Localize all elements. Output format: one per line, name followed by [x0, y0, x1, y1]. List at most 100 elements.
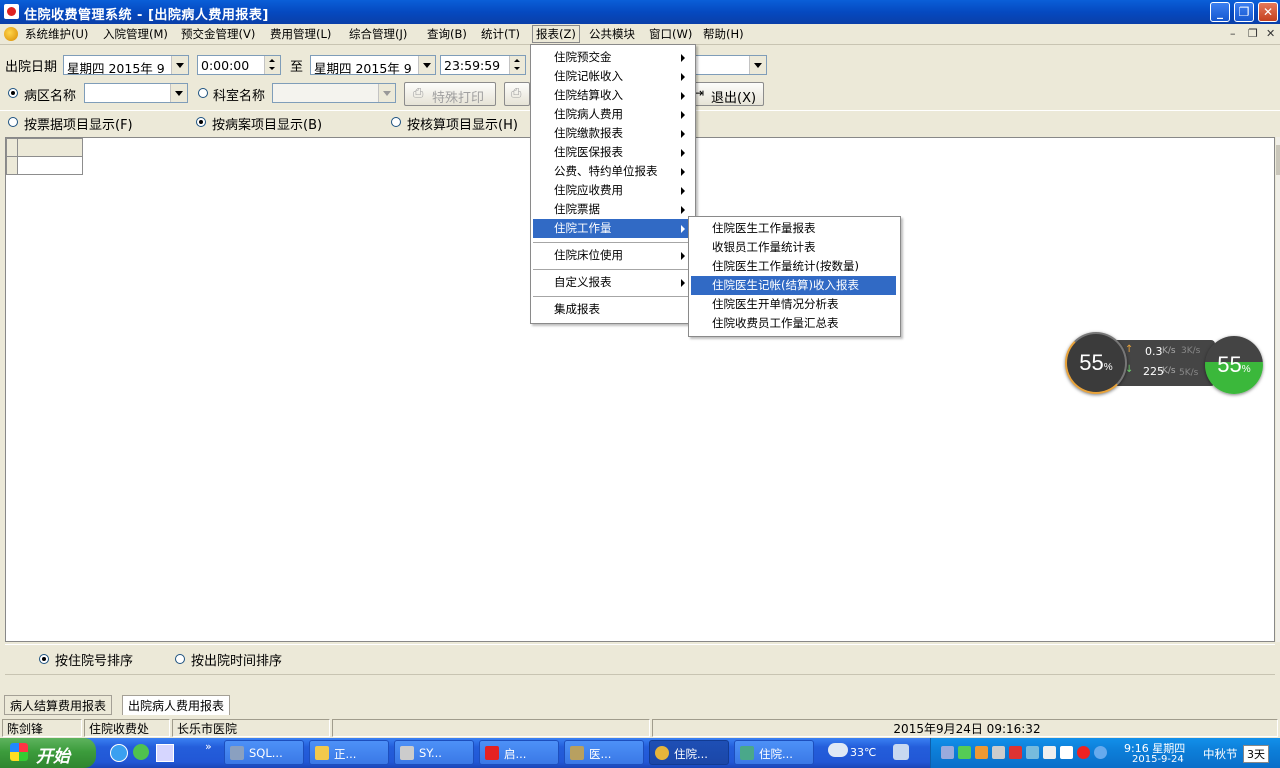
mdi-close-button[interactable]: ✕: [1266, 27, 1275, 40]
by-accounting-radio[interactable]: [391, 117, 401, 127]
shield-icon[interactable]: [1043, 746, 1056, 759]
start-button[interactable]: 开始: [0, 738, 96, 768]
taskbar-item-inpatient[interactable]: 住院...: [734, 740, 814, 765]
taskbar-item-inpatient-active[interactable]: 住院...: [649, 740, 729, 765]
clock-date[interactable]: 2015-9-24: [1132, 754, 1184, 765]
from-date-picker[interactable]: 星期四 2015年 9: [63, 55, 189, 76]
sort-inpatient-no-radio[interactable]: [39, 654, 49, 664]
holiday-countdown[interactable]: 3天: [1243, 745, 1269, 763]
taskbar-item-folder[interactable]: 正...: [309, 740, 389, 765]
menu-item-insurance-report[interactable]: 住院医保报表: [533, 143, 691, 162]
chevron-down-icon[interactable]: [418, 56, 435, 74]
submenu-cashier-workload[interactable]: 收银员工作量统计表: [691, 238, 896, 257]
app-quicklaunch-icon[interactable]: [156, 744, 174, 762]
menu-system-maintenance[interactable]: 系统维护(U): [22, 26, 91, 42]
scroll-thumb[interactable]: [1276, 145, 1280, 175]
tab-discharge-report[interactable]: 出院病人费用报表: [122, 695, 231, 715]
special-print-button[interactable]: ⎙ 特殊打印: [404, 82, 496, 106]
sort-discharge-time-radio[interactable]: [175, 654, 185, 664]
grid-header-cell[interactable]: [17, 138, 83, 157]
taskbar-item-medical[interactable]: 医...: [564, 740, 644, 765]
update-icon[interactable]: [975, 746, 988, 759]
by-invoice-radio[interactable]: [8, 117, 18, 127]
submenu-cashier-summary[interactable]: 住院收费员工作量汇总表: [691, 314, 896, 333]
menu-help[interactable]: 帮助(H): [700, 26, 747, 42]
ward-radio[interactable]: [8, 88, 18, 98]
print-button[interactable]: ⎙: [504, 82, 530, 106]
menu-item-custom-report[interactable]: 自定义报表: [533, 273, 691, 292]
chevron-down-icon[interactable]: [378, 84, 395, 102]
exit-button[interactable]: ⇥ 退出(X): [690, 82, 764, 106]
minimize-button[interactable]: _: [1210, 2, 1230, 22]
menu-deposit[interactable]: 预交金管理(V): [178, 26, 258, 42]
menu-item-payment-report[interactable]: 住院缴款报表: [533, 124, 691, 143]
cpu-gauge-right[interactable]: 55%: [1205, 336, 1263, 394]
weather-cloud-icon[interactable]: [828, 743, 848, 757]
from-time-field[interactable]: 0:00:00: [197, 55, 281, 75]
extra-combo[interactable]: [690, 55, 767, 75]
bottle-icon[interactable]: [893, 744, 909, 760]
mdi-minimize-button[interactable]: –: [1230, 27, 1236, 40]
sort-discharge-time-label: 按出院时间排序: [191, 654, 283, 669]
menu-item-workload[interactable]: 住院工作量: [533, 219, 691, 238]
menu-reports[interactable]: 报表(Z): [532, 25, 580, 43]
submenu-doctor-order-analysis[interactable]: 住院医生开单情况分析表: [691, 295, 896, 314]
menu-item-patient-fees[interactable]: 住院病人费用: [533, 105, 691, 124]
security-icon[interactable]: [958, 746, 971, 759]
holiday-label[interactable]: 中秋节: [1203, 746, 1238, 762]
submenu-doctor-workload[interactable]: 住院医生工作量报表: [691, 219, 896, 238]
to-time-field[interactable]: 23:59:59: [440, 55, 526, 75]
menu-item-charge-income[interactable]: 住院记帐收入: [533, 67, 691, 86]
taskbar-item-start-app[interactable]: 启...: [479, 740, 559, 765]
menu-item-settlement-income[interactable]: 住院结算收入: [533, 86, 691, 105]
menu-item-bed-usage[interactable]: 住院床位使用: [533, 246, 691, 265]
app-icon[interactable]: [4, 4, 19, 19]
app-menu-icon[interactable]: [4, 27, 18, 41]
by-case-label: 按病案项目显示(B): [212, 118, 323, 133]
menu-item-deposit[interactable]: 住院预交金: [533, 48, 691, 67]
submenu-doctor-charge-income[interactable]: 住院医生记帐(结算)收入报表: [691, 276, 896, 295]
chevron-down-icon[interactable]: [171, 56, 188, 74]
to-date-picker[interactable]: 星期四 2015年 9: [310, 55, 436, 76]
time-spinner[interactable]: [264, 56, 280, 74]
menu-admission[interactable]: 入院管理(M): [100, 26, 171, 42]
menu-item-public-units[interactable]: 公费、特约单位报表: [533, 162, 691, 181]
messenger-icon[interactable]: [1094, 746, 1107, 759]
chevron-down-icon[interactable]: [170, 84, 187, 102]
submenu-doctor-workload-count[interactable]: 住院医生工作量统计(按数量): [691, 257, 896, 276]
grid-cell[interactable]: [17, 156, 83, 175]
cpu-gauge-left[interactable]: 55%: [1065, 332, 1127, 394]
dept-radio[interactable]: [198, 88, 208, 98]
menu-query[interactable]: 查询(B): [424, 26, 470, 42]
printer-icon[interactable]: [992, 746, 1005, 759]
menu-public-module[interactable]: 公共模块: [586, 26, 638, 42]
by-case-radio[interactable]: [196, 117, 206, 127]
menu-statistics[interactable]: 统计(T): [478, 26, 523, 42]
close-button[interactable]: ✕: [1258, 2, 1278, 22]
ward-combo[interactable]: [84, 83, 188, 103]
time-spinner[interactable]: [509, 56, 525, 74]
taskbar-item-sy[interactable]: SY...: [394, 740, 474, 765]
taskbar-item-sql[interactable]: SQL...: [224, 740, 304, 765]
input-method-icon[interactable]: [1060, 746, 1073, 759]
menu-fees[interactable]: 费用管理(L): [267, 26, 334, 42]
vertical-scrollbar[interactable]: [1276, 137, 1280, 642]
tab-settlement-report[interactable]: 病人结算费用报表: [4, 695, 113, 715]
network-icon[interactable]: [941, 746, 954, 759]
ie-icon[interactable]: [110, 744, 128, 762]
menu-item-invoices[interactable]: 住院票据: [533, 200, 691, 219]
alert-icon[interactable]: [1009, 746, 1022, 759]
weather-temperature[interactable]: 33℃: [850, 746, 876, 759]
quicklaunch-more-icon[interactable]: »: [205, 740, 212, 753]
restore-button[interactable]: ❐: [1234, 2, 1254, 22]
menu-window[interactable]: 窗口(W): [646, 26, 695, 42]
menu-integrated[interactable]: 综合管理(J): [346, 26, 410, 42]
mdi-restore-button[interactable]: ❐: [1248, 27, 1258, 40]
blocked-icon[interactable]: [1077, 746, 1090, 759]
browser-icon[interactable]: [133, 744, 149, 760]
menu-item-integrated-report[interactable]: 集成报表: [533, 300, 691, 319]
chevron-down-icon[interactable]: [749, 56, 766, 74]
dept-combo[interactable]: [272, 83, 396, 103]
menu-item-receivable[interactable]: 住院应收费用: [533, 181, 691, 200]
sync-icon[interactable]: [1026, 746, 1039, 759]
